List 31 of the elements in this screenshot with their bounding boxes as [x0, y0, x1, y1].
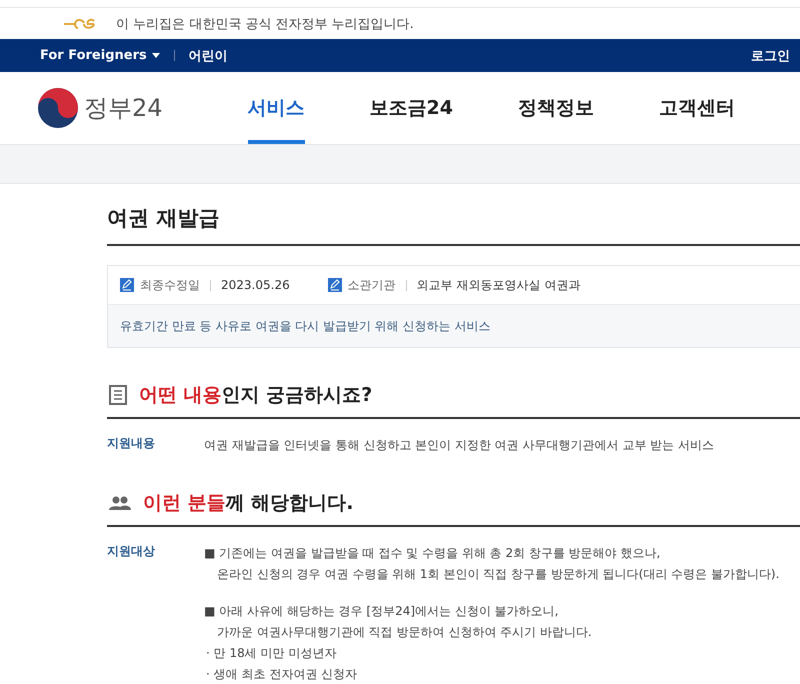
caret-icon — [152, 53, 160, 58]
summary-text: 유효기간 만료 등 사유로 여권을 다시 발급받기 위해 신청하는 서비스 — [120, 318, 490, 334]
meta-label: 최종수정일 — [140, 276, 200, 294]
nav-tab[interactable]: 고객센터 — [659, 72, 735, 144]
top-link[interactable]: 어린이 — [188, 46, 228, 64]
top-link[interactable]: For Foreigners — [40, 48, 160, 63]
edit-icon — [328, 278, 342, 292]
content-line: 온라인 신청의 경우 여권 수령을 위해 1회 본인이 직접 창구를 방문하게 됩니다(대리 수령은 불가합니다). — [216, 566, 780, 583]
document-icon — [109, 385, 127, 405]
section-heading: 이런 분들께 해당합니다. — [143, 491, 354, 516]
content-line: · 생애 최초 전자여권 신청자 — [205, 666, 358, 683]
login-link[interactable]: 로그인 — [751, 46, 790, 64]
content-line: ■ 기존에는 여권을 발급받을 때 접수 및 수령을 위해 총 2회 창구를 방문해야 했으나, — [204, 545, 662, 562]
content-line: ■ 아래 사유에 해당하는 경우 [정부24]에서는 신청이 불가하오니, — [204, 603, 560, 620]
edit-icon — [120, 278, 134, 292]
meta-value: 2023.05.26 — [221, 278, 290, 292]
gov-notice: 이 누리집은 대한민국 공식 전자정부 누리집입니다. — [116, 16, 414, 32]
section-heading: 어떤 내용인지 궁금하시죠? — [139, 383, 372, 408]
meta-value: 외교부 재외동포영사실 여권과 — [416, 276, 580, 294]
content-line: 여권 재발급을 인터넷을 통해 신청하고 본인이 지정한 여권 사무대행기관에서 교부 받는 서비스 — [204, 437, 714, 454]
people-icon — [109, 496, 131, 510]
row-label: 지원내용 — [107, 435, 156, 452]
content-line: 가까운 여권사무대행기관에 직접 방문하여 신청하여 주시기 바랍니다. — [216, 624, 593, 641]
nav-tab[interactable]: 보조금24 — [370, 72, 453, 144]
content-line: · 만 18세 미만 미성년자 — [205, 645, 338, 662]
nav-tab[interactable]: 정책정보 — [518, 72, 594, 144]
logo-icon — [38, 88, 78, 128]
page-title: 여권 재발급 — [107, 204, 800, 246]
logo-text: 정부24 — [84, 93, 163, 124]
row-label: 지원대상 — [107, 543, 156, 560]
meta-label: 소관기관 — [348, 276, 396, 294]
